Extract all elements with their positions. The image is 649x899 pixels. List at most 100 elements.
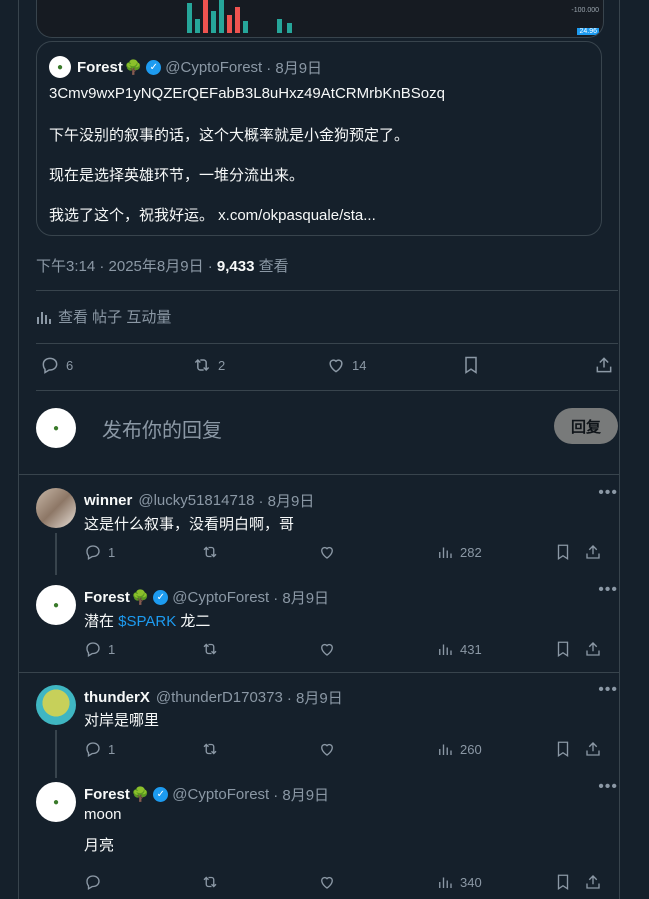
reply-icon: [86, 545, 100, 560]
comment-text: 对岸是哪里: [84, 712, 160, 729]
bookmark-button[interactable]: [461, 355, 481, 375]
more-options-icon[interactable]: •••: [598, 681, 618, 699]
like-count: 14: [352, 357, 367, 373]
reply-icon: [42, 357, 58, 374]
quote-text-line-3: 现在是选择英雄环节，一堆分流出来。: [49, 167, 305, 184]
post-timestamp[interactable]: 下午3:14 · 2025年8月9日 ·: [36, 258, 217, 275]
reply-button[interactable]: [84, 873, 108, 891]
like-button[interactable]: [318, 873, 336, 891]
author-handle[interactable]: @CyptoForest: [165, 59, 262, 76]
views-button[interactable]: 260: [436, 740, 482, 758]
author-handle[interactable]: @lucky51814718: [138, 492, 254, 509]
comment-text: 这是什么叙事，没看明白啊，哥: [84, 516, 295, 533]
comment-text-line-2: 月亮: [84, 837, 115, 854]
bookmark-icon: [557, 874, 569, 891]
tree-emoji-icon: 🌳: [131, 786, 150, 802]
comment-actions: 1 431: [84, 640, 618, 660]
like-button[interactable]: [318, 740, 336, 758]
comment-text-suffix: 龙二: [176, 613, 211, 630]
repost-button[interactable]: 2: [192, 355, 225, 375]
comment-thread-item[interactable]: ● Forest 🌳 ✓ @CyptoForest · 8月9日 ••• moo…: [36, 778, 618, 892]
bookmark-icon: [557, 741, 569, 758]
tree-avatar-icon: ●: [52, 796, 60, 808]
verified-badge-icon: ✓: [146, 59, 162, 75]
cashtag-link[interactable]: $SPARK: [118, 613, 176, 630]
reply-button[interactable]: 1: [84, 640, 115, 658]
repost-button[interactable]: [201, 640, 219, 658]
more-options-icon[interactable]: •••: [598, 778, 618, 796]
author-handle[interactable]: @thunderD170373: [156, 689, 283, 706]
repost-icon: [203, 876, 217, 888]
comment-thread-item[interactable]: thunderX @thunderD170373 · 8月9日 ••• 对岸是哪…: [36, 681, 618, 778]
bookmark-button[interactable]: [554, 740, 572, 758]
like-button[interactable]: [318, 543, 336, 561]
analytics-link[interactable]: 查看 帖子 互动量: [36, 306, 171, 327]
like-button[interactable]: 14: [326, 355, 366, 375]
analytics-label: 查看 帖子 互动量: [58, 309, 172, 326]
heart-icon: [321, 546, 333, 559]
section-divider: [19, 672, 619, 673]
share-button[interactable]: [584, 740, 602, 758]
views-button[interactable]: 282: [436, 543, 482, 561]
thread-line: [55, 533, 57, 575]
tree-avatar-icon: ●: [52, 599, 60, 611]
divider: [36, 390, 618, 391]
author-handle[interactable]: @CyptoForest: [172, 589, 269, 606]
analytics-icon: [439, 877, 452, 888]
bookmark-button[interactable]: [554, 640, 572, 658]
share-icon: [586, 545, 600, 559]
reply-button[interactable]: 6: [40, 355, 73, 375]
chart-image[interactable]: -100.000 24.96: [36, 0, 604, 38]
avatar[interactable]: ●: [36, 585, 76, 625]
tree-avatar-icon: ●: [56, 61, 64, 73]
repost-button[interactable]: [201, 543, 219, 561]
author-name[interactable]: Forest: [84, 786, 130, 803]
reply-submit-button[interactable]: 回复: [554, 408, 618, 444]
reply-button[interactable]: 1: [84, 543, 115, 561]
heart-icon: [321, 743, 333, 756]
bookmark-icon: [557, 544, 569, 561]
repost-button[interactable]: [201, 740, 219, 758]
comment-thread-item[interactable]: winner @lucky51814718 · 8月9日 ••• 这是什么叙事，…: [36, 484, 618, 575]
avatar[interactable]: [36, 685, 76, 725]
reply-button[interactable]: 1: [84, 740, 115, 758]
comment-actions: 1 282: [84, 543, 618, 563]
comment-thread-item[interactable]: ● Forest 🌳 ✓ @CyptoForest · 8月9日 ••• 潜在 …: [36, 581, 618, 669]
avatar[interactable]: ●: [36, 782, 76, 822]
bookmark-button[interactable]: [554, 873, 572, 891]
views-button[interactable]: 340: [436, 873, 482, 891]
views-count: 282: [460, 544, 482, 560]
avatar[interactable]: ●: [49, 56, 71, 78]
post-date: · 8月9日: [266, 59, 323, 77]
views-button[interactable]: 431: [436, 640, 482, 658]
share-button[interactable]: [584, 873, 602, 891]
section-divider: [19, 474, 619, 475]
chart-axis-label: -100.000: [571, 7, 599, 14]
more-options-icon[interactable]: •••: [598, 581, 618, 599]
share-button[interactable]: [584, 640, 602, 658]
reply-icon: [86, 875, 100, 890]
post-actions: 6 2 14: [36, 355, 612, 381]
share-button[interactable]: [584, 543, 602, 561]
quote-text-line-4: 我选了这个，祝我好运。 x.com/okpasquale/sta...: [49, 207, 376, 224]
comment-text: moon: [84, 806, 122, 823]
comment-text: 潜在 $SPARK 龙二: [84, 610, 210, 631]
author-name[interactable]: thunderX: [84, 689, 150, 706]
analytics-icon: [439, 644, 452, 655]
author-handle[interactable]: @CyptoForest: [172, 786, 269, 803]
share-button[interactable]: [594, 355, 614, 375]
author-name[interactable]: Forest: [77, 59, 123, 76]
avatar[interactable]: [36, 488, 76, 528]
author-name[interactable]: winner: [84, 492, 132, 509]
analytics-icon: [439, 547, 452, 558]
repost-icon: [203, 643, 217, 655]
like-button[interactable]: [318, 640, 336, 658]
more-options-icon[interactable]: •••: [598, 484, 618, 502]
author-name[interactable]: Forest: [84, 589, 130, 606]
views-label: 查看: [254, 258, 289, 275]
bookmark-button[interactable]: [554, 543, 572, 561]
reply-input[interactable]: 发布你的回复: [102, 414, 222, 443]
share-icon: [586, 875, 600, 889]
repost-button[interactable]: [201, 873, 219, 891]
quoted-tweet[interactable]: ● Forest 🌳 ✓ @CyptoForest · 8月9日 3Cmv9wx…: [36, 41, 602, 236]
